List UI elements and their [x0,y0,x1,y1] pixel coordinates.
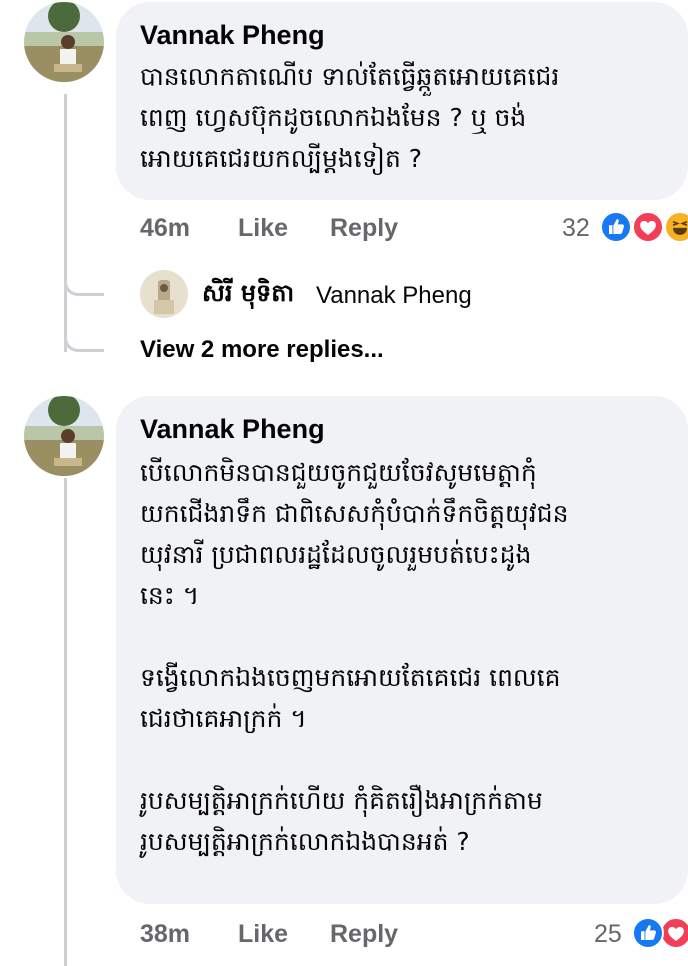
love-icon[interactable] [660,917,688,949]
comment-timestamp[interactable]: 38m [140,920,190,949]
reply-preview-text: Vannak Pheng [316,282,472,309]
like-button[interactable]: Like [238,920,288,949]
avatar[interactable] [24,396,104,476]
reaction-count[interactable]: 32 [562,214,590,243]
comment-author[interactable]: Vannak Pheng [140,20,325,51]
thread-line [64,478,67,966]
comment-text: បានលោកតាណើប ទាល់តែធ្វើឆ្កួតអោយគេជេរ ពេញ … [140,62,560,173]
avatar[interactable] [24,2,104,82]
thread-connector [64,322,104,352]
reply-author[interactable]: សិរី មុទិតា [202,278,294,313]
reply-button[interactable]: Reply [330,214,398,243]
comment-timestamp[interactable]: 46m [140,214,190,243]
reaction-count[interactable]: 25 [594,920,622,949]
comment-author[interactable]: Vannak Pheng [140,414,325,445]
thread-connector [64,262,104,296]
comment-text: បើលោកមិនបានជួយចូកជួយចែវសូមមេត្តាកុំ យកជើ… [140,458,569,856]
love-icon[interactable] [632,211,664,243]
haha-icon[interactable] [664,211,688,243]
like-button[interactable]: Like [238,214,288,243]
like-icon[interactable] [600,211,632,243]
thread-line [64,94,67,352]
reply-button[interactable]: Reply [330,920,398,949]
like-icon[interactable] [632,917,664,949]
view-more-replies-link[interactable]: View 2 more replies... [140,336,384,364]
reply-avatar[interactable] [140,270,188,318]
